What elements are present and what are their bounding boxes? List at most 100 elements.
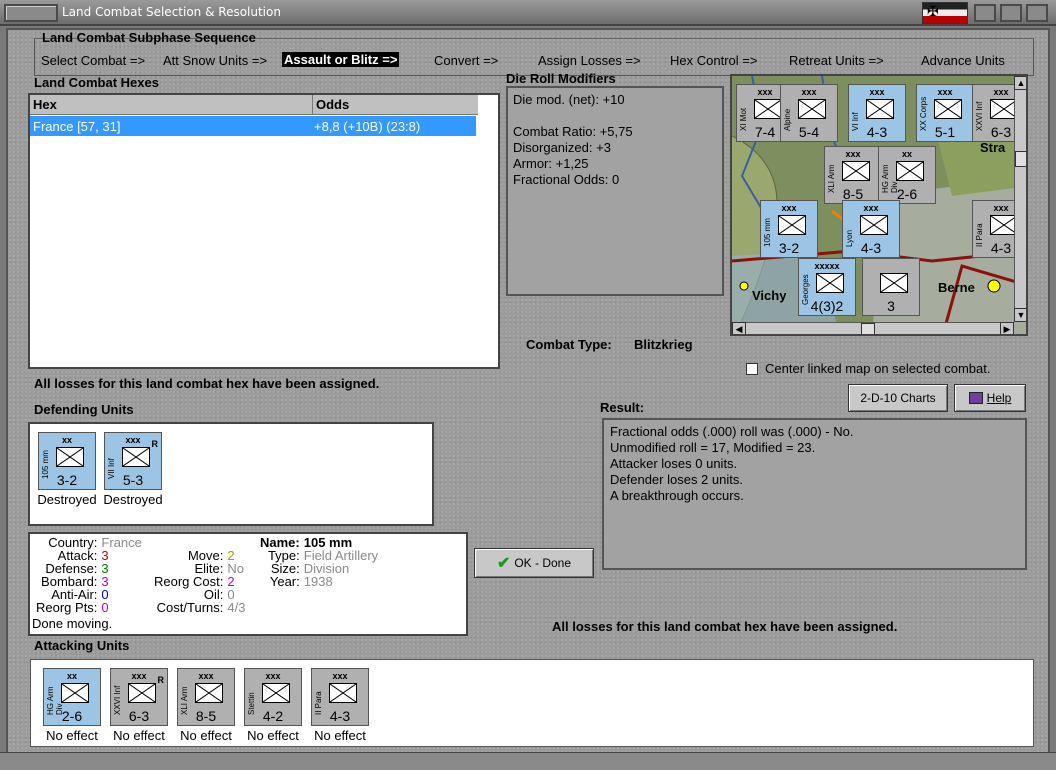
map-scroll-right-icon[interactable]: ▶ <box>1000 322 1014 334</box>
map-hscroll[interactable]: ◀ ▶ <box>732 322 1014 334</box>
checkmark-icon: ✔ <box>496 555 511 572</box>
unit-type-icon <box>798 99 826 119</box>
charts-button[interactable]: 2-D-10 Charts <box>848 384 948 412</box>
defending-units-panel: xx 105 mm 3-2 Destroyed xxx VII Inf R 5-3 Destro… <box>28 422 434 526</box>
center-map-checkbox[interactable] <box>746 363 758 375</box>
losses-note-top: All losses for this land combat hex have… <box>34 376 380 391</box>
counter-face: xx 105 mm 3-2 <box>38 432 96 490</box>
map-vscroll-thumb[interactable] <box>1015 151 1026 167</box>
hexes-table: Hex Odds France [57, 31] +8,8 (+10B) (23… <box>28 93 500 369</box>
unit-counter[interactable]: xxx II Para 4-3 No effect <box>311 668 369 743</box>
german-flag-icon <box>922 2 968 24</box>
ok-done-button[interactable]: ✔ OK - Done <box>474 548 594 578</box>
hexes-table-header: Hex Odds <box>30 95 478 115</box>
unit-type-icon <box>778 215 806 235</box>
help-button[interactable]: Help <box>954 384 1026 412</box>
unit-counter[interactable]: xx HG Arm Div 2-6 <box>878 146 936 204</box>
unit-counter[interactable]: xx HG Arm Div 2-6 No effect <box>43 668 101 743</box>
main-panel: Land Combat Subphase Sequence Select Com… <box>6 28 1050 764</box>
window-title: Land Combat Selection & Resolution <box>62 5 281 19</box>
minimize-button[interactable] <box>974 4 996 22</box>
year-value: 1938 <box>303 574 333 589</box>
unit-values: 8-5 <box>195 708 217 724</box>
unit-type-icon <box>842 161 870 181</box>
map-vscroll[interactable]: ▲ ▼ <box>1014 76 1026 322</box>
unit-counter[interactable]: xxx XX Corps 5-1 <box>916 84 974 142</box>
unit-counter[interactable]: 3 <box>862 258 920 316</box>
unit-counter[interactable]: xxx 105 mm 3-2 <box>760 200 818 258</box>
counter-face: xxx XLI Arm 8-5 <box>824 146 882 204</box>
col-hex[interactable]: Hex <box>33 97 57 112</box>
unit-counter[interactable]: xxx VII Inf R 5-3 Destroyed <box>103 432 163 507</box>
unit-counter[interactable]: xxx XLI Arm 8-5 <box>824 146 882 204</box>
unit-counter[interactable]: xxx XXVI Inf R 6-3 No effect <box>110 668 168 743</box>
unit-values: 3-2 <box>56 472 78 488</box>
unit-counter[interactable]: xxx VI Inf 4-3 <box>848 84 906 142</box>
map-scroll-left-icon[interactable]: ◀ <box>732 322 746 334</box>
unit-type-icon <box>128 683 156 703</box>
unit-counter[interactable]: xxxxx Georges 4(3)2 <box>798 258 856 316</box>
unit-type-icon <box>816 273 844 293</box>
unit-status: Destroyed <box>103 492 163 507</box>
sequence-heading: Land Combat Subphase Sequence <box>42 30 256 45</box>
mod-armor: Armor: +1,25 <box>513 156 589 171</box>
unit-type-icon <box>880 273 908 293</box>
map-label-berne: Berne <box>938 280 975 295</box>
help-label: Help <box>986 391 1012 405</box>
mod-ratio: Combat Ratio: +5,75 <box>513 124 633 139</box>
map-hscroll-thumb[interactable] <box>861 323 875 334</box>
map-scroll-up-icon[interactable]: ▲ <box>1014 76 1026 90</box>
hex-cell: France [57, 31] <box>33 119 121 134</box>
odds-cell: +8,8 (+10B) (23:8) <box>314 119 421 134</box>
mod-disorganized: Disorganized: +3 <box>513 140 611 155</box>
unit-type-icon <box>122 447 150 467</box>
unit-counter[interactable]: xx 105 mm 3-2 Destroyed <box>37 432 97 507</box>
unit-type-icon <box>896 161 924 181</box>
result-line: Fractional odds (.000) roll was (.000) -… <box>610 424 854 439</box>
counter-face: xxx 105 mm 3-2 <box>760 200 818 258</box>
combat-type-label: Combat Type: <box>526 337 612 352</box>
center-map-label: Center linked map on selected combat. <box>765 361 991 376</box>
counter-face: xxx Lyon 4-3 <box>842 200 900 258</box>
map-scroll-down-icon[interactable]: ▼ <box>1014 308 1026 322</box>
counter-face: xxx II Para 4-3 <box>311 668 369 726</box>
mod-fractional: Fractional Odds: 0 <box>513 172 620 187</box>
seq-step-assault: Assault or Blitz => <box>282 52 400 67</box>
cost-turns-value: 4/3 <box>227 600 246 615</box>
map-label-vichy: Vichy <box>752 288 787 303</box>
seq-step-hex-control: Hex Control => <box>670 53 758 68</box>
unit-counter[interactable]: xxx Stettin 4-2 No effect <box>244 668 302 743</box>
unit-counter[interactable]: xxx Lyon 4-3 <box>842 200 900 258</box>
counter-face: xxx Alpine 5-4 <box>780 84 838 142</box>
unit-counter[interactable]: xxx Alpine 5-4 <box>780 84 838 142</box>
seq-step-retreat: Retreat Units => <box>789 53 884 68</box>
unit-type-icon <box>61 683 89 703</box>
seq-step-advance: Advance Units <box>921 53 1005 68</box>
table-row[interactable]: France [57, 31] +8,8 (+10B) (23:8) <box>30 116 476 136</box>
unit-values: 5-4 <box>798 124 820 140</box>
linked-map[interactable]: xxx XI Mot 7-4 xxx Alpine 5-4 xxx VI Inf 4-3 xxx X… <box>730 74 1028 336</box>
counter-face: xxx VI Inf 4-3 <box>848 84 906 142</box>
reorg-pts-value: 0 <box>101 600 109 615</box>
unit-r-flag: R <box>151 439 159 449</box>
reorg-pts-label: Reorg Pts: <box>36 600 98 615</box>
col-odds[interactable]: Odds <box>316 97 349 112</box>
unit-values: 3 <box>887 298 895 314</box>
year-label: Year: <box>269 574 300 589</box>
close-button[interactable] <box>1026 4 1048 22</box>
unit-type-icon <box>934 99 962 119</box>
unit-values: 4-3 <box>329 708 351 724</box>
counter-face: xxx XXVI Inf R 6-3 <box>110 668 168 726</box>
unit-r-flag: R <box>157 675 165 685</box>
unit-values: 4-2 <box>262 708 284 724</box>
unit-values: 5-3 <box>122 472 144 488</box>
result-line: Defender loses 2 units. <box>610 472 743 487</box>
system-menu-button[interactable] <box>4 4 58 22</box>
counter-face: xxx XX Corps 5-1 <box>916 84 974 142</box>
unit-counter[interactable]: xxx XLI Arm 8-5 No effect <box>177 668 235 743</box>
unit-info-panel: Country: France Attack: 3 Defense: 3 Bombar… <box>28 532 468 636</box>
result-line: A breakthrough occurs. <box>610 488 744 503</box>
combat-type-value: Blitzkrieg <box>634 337 693 352</box>
unit-status: No effect <box>314 728 366 743</box>
maximize-button[interactable] <box>1000 4 1022 22</box>
